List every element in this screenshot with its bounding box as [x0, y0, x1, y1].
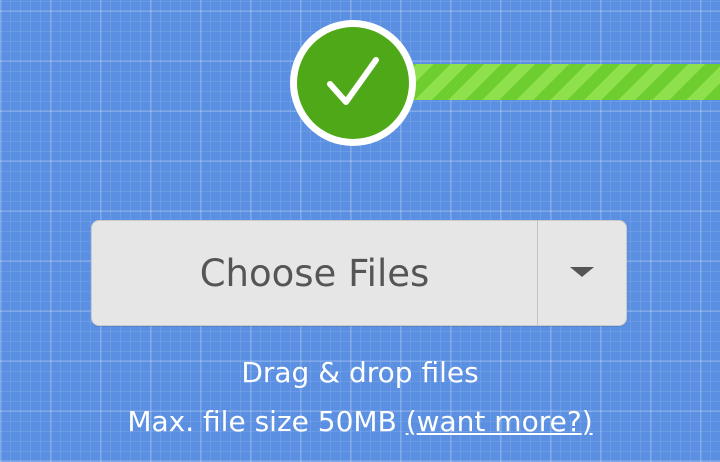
want-more-link[interactable]: (want more?): [406, 405, 593, 438]
drag-drop-hint: Drag & drop files: [241, 356, 479, 389]
max-file-size-text: Max. file size 50MB (want more?): [0, 405, 720, 438]
upload-complete-indicator: [290, 20, 416, 146]
caret-down-icon: [570, 267, 594, 277]
choose-files-split-button: Choose Files: [91, 220, 627, 326]
max-file-size-label: Max. file size 50MB: [127, 405, 406, 438]
choose-files-button[interactable]: Choose Files: [92, 221, 537, 325]
upload-source-dropdown-button[interactable]: [538, 221, 626, 325]
checkmark-icon: [327, 57, 379, 105]
choose-files-label: Choose Files: [199, 251, 430, 295]
